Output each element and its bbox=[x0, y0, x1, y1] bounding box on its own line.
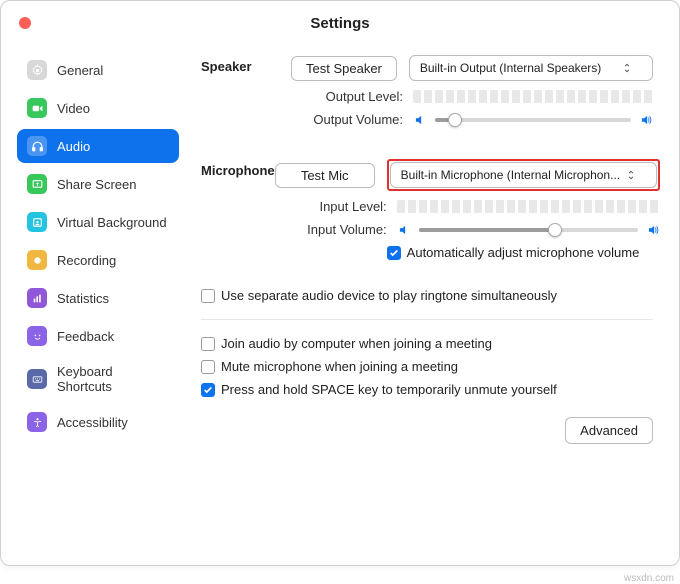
sidebar-item-recording[interactable]: Recording bbox=[17, 243, 179, 277]
window-title: Settings bbox=[310, 15, 369, 32]
advanced-button[interactable]: Advanced bbox=[565, 417, 653, 444]
close-icon[interactable] bbox=[19, 17, 31, 29]
join-audio-label: Join audio by computer when joining a me… bbox=[221, 336, 492, 351]
volume-low-icon bbox=[397, 223, 411, 237]
video-icon bbox=[27, 98, 47, 118]
virtual-background-icon bbox=[27, 212, 47, 232]
sidebar-item-label: Recording bbox=[57, 253, 116, 268]
feedback-icon bbox=[27, 326, 47, 346]
recording-icon bbox=[27, 250, 47, 270]
share-screen-icon bbox=[27, 174, 47, 194]
auto-adjust-mic-label: Automatically adjust microphone volume bbox=[407, 245, 640, 260]
sidebar-item-accessibility[interactable]: Accessibility bbox=[17, 405, 179, 439]
updown-icon bbox=[626, 170, 636, 180]
sidebar-item-statistics[interactable]: Statistics bbox=[17, 281, 179, 315]
sidebar-item-label: Accessibility bbox=[57, 415, 128, 430]
mute-on-join-checkbox[interactable] bbox=[201, 360, 215, 374]
microphone-device-value: Built-in Microphone (Internal Microphon.… bbox=[401, 168, 620, 182]
sidebar-item-label: Feedback bbox=[57, 329, 114, 344]
sidebar-item-general[interactable]: General bbox=[17, 53, 179, 87]
sidebar-item-video[interactable]: Video bbox=[17, 91, 179, 125]
volume-high-icon bbox=[639, 113, 653, 127]
accessibility-icon bbox=[27, 412, 47, 432]
output-level-label: Output Level: bbox=[291, 89, 403, 104]
speaker-section: Speaker Test Speaker Built-in Output (In… bbox=[201, 55, 653, 135]
input-volume-label: Input Volume: bbox=[275, 222, 387, 237]
microphone-heading: Microphone bbox=[201, 159, 275, 268]
speaker-device-value: Built-in Output (Internal Speakers) bbox=[420, 61, 601, 75]
separate-ringtone-checkbox[interactable] bbox=[201, 289, 215, 303]
updown-icon bbox=[622, 63, 632, 73]
keyboard-icon bbox=[27, 369, 47, 389]
sidebar-item-label: Keyboard Shortcuts bbox=[57, 364, 169, 394]
sidebar-item-label: Audio bbox=[57, 139, 90, 154]
mute-on-join-label: Mute microphone when joining a meeting bbox=[221, 359, 458, 374]
main-panel: Speaker Test Speaker Built-in Output (In… bbox=[191, 45, 679, 565]
output-volume-slider[interactable] bbox=[435, 118, 631, 122]
microphone-section: Microphone Test Mic Built-in Microphone … bbox=[201, 159, 653, 268]
test-speaker-button[interactable]: Test Speaker bbox=[291, 56, 397, 81]
gear-icon bbox=[27, 60, 47, 80]
separate-ringtone-row: Use separate audio device to play ringto… bbox=[201, 288, 653, 303]
microphone-device-select[interactable]: Built-in Microphone (Internal Microphon.… bbox=[390, 162, 657, 188]
divider bbox=[201, 319, 653, 320]
sidebar-item-virtual-background[interactable]: Virtual Background bbox=[17, 205, 179, 239]
auto-adjust-mic-checkbox[interactable] bbox=[387, 246, 401, 260]
sidebar: General Video Audio Share Screen Virtual… bbox=[1, 45, 191, 565]
sidebar-item-feedback[interactable]: Feedback bbox=[17, 319, 179, 353]
sidebar-item-label: Virtual Background bbox=[57, 215, 167, 230]
sidebar-item-share-screen[interactable]: Share Screen bbox=[17, 167, 179, 201]
volume-low-icon bbox=[413, 113, 427, 127]
titlebar: Settings bbox=[1, 1, 679, 45]
space-unmute-checkbox[interactable] bbox=[201, 383, 215, 397]
volume-high-icon bbox=[646, 223, 660, 237]
input-volume-slider[interactable] bbox=[419, 228, 638, 232]
sidebar-item-label: Video bbox=[57, 101, 90, 116]
sidebar-item-keyboard-shortcuts[interactable]: Keyboard Shortcuts bbox=[17, 357, 179, 401]
microphone-select-highlight: Built-in Microphone (Internal Microphon.… bbox=[387, 159, 660, 191]
join-audio-checkbox[interactable] bbox=[201, 337, 215, 351]
sidebar-item-label: Statistics bbox=[57, 291, 109, 306]
settings-window: Settings General Video Audio Share Scree… bbox=[0, 0, 680, 566]
sidebar-item-label: Share Screen bbox=[57, 177, 137, 192]
statistics-icon bbox=[27, 288, 47, 308]
test-mic-button[interactable]: Test Mic bbox=[275, 163, 375, 188]
separate-ringtone-label: Use separate audio device to play ringto… bbox=[221, 288, 557, 303]
sidebar-item-label: General bbox=[57, 63, 103, 78]
input-level-meter bbox=[397, 200, 660, 213]
speaker-device-select[interactable]: Built-in Output (Internal Speakers) bbox=[409, 55, 653, 81]
speaker-heading: Speaker bbox=[201, 55, 291, 135]
sidebar-item-audio[interactable]: Audio bbox=[17, 129, 179, 163]
input-level-label: Input Level: bbox=[275, 199, 387, 214]
output-volume-label: Output Volume: bbox=[291, 112, 403, 127]
watermark: wsxdn.com bbox=[624, 573, 674, 584]
output-level-meter bbox=[413, 90, 653, 103]
space-unmute-label: Press and hold SPACE key to temporarily … bbox=[221, 382, 557, 397]
headphones-icon bbox=[27, 136, 47, 156]
